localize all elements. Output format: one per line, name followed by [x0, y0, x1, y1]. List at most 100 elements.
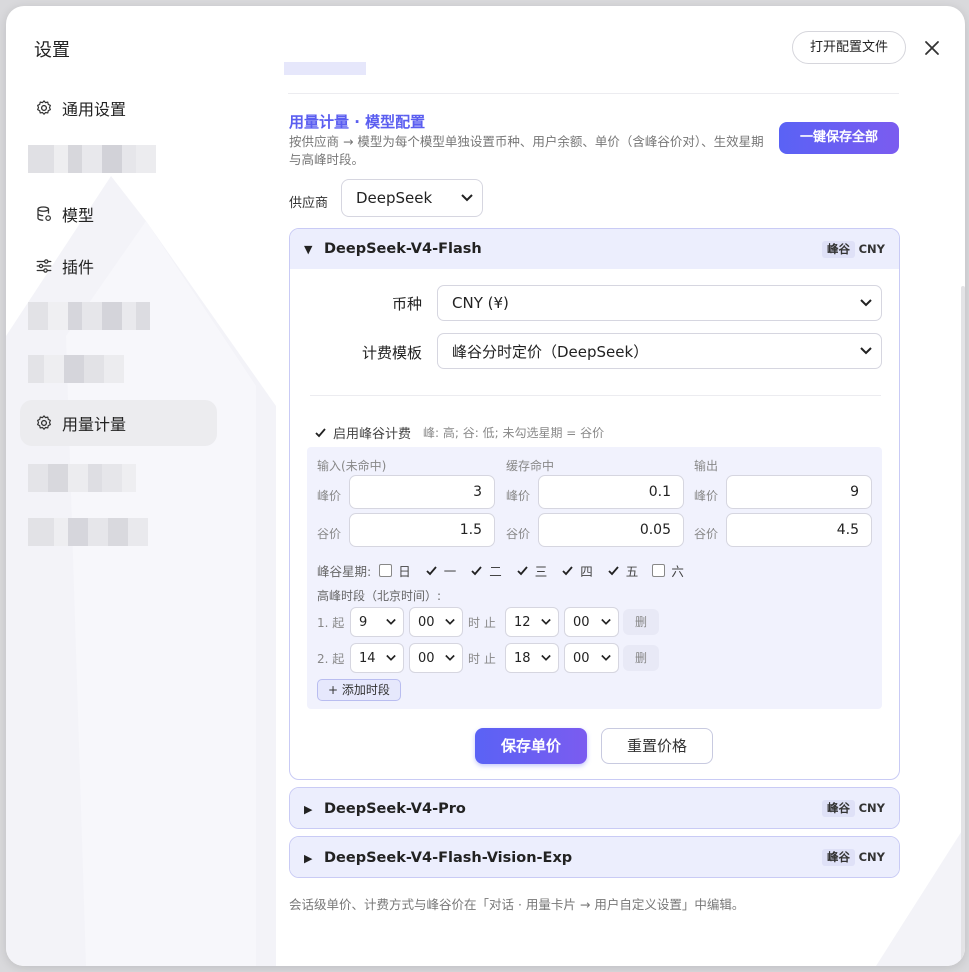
- valley-input-price[interactable]: 1.5: [349, 513, 495, 547]
- check-icon: [562, 566, 573, 576]
- segment-index: 2. 起: [317, 652, 345, 666]
- sidebar-item-general[interactable]: 通用设置: [20, 85, 217, 131]
- sidebar-item-models[interactable]: 模型: [20, 191, 217, 237]
- scrollbar[interactable]: [961, 286, 965, 966]
- segment-start-minute-select[interactable]: 00: [409, 607, 463, 637]
- column-header-output: 输出: [694, 459, 719, 473]
- billing-template-select[interactable]: 峰谷分时定价（DeepSeek）: [437, 333, 882, 369]
- select-value: 00: [573, 614, 590, 630]
- settings-dialog: 设置 打开配置文件 通用设置 模型 插件 用量计量 用量计量 · 模型配置 按供…: [6, 6, 965, 966]
- sidebar-item-plugins[interactable]: 插件: [20, 243, 217, 289]
- blurred-sidebar-item[interactable]: [28, 355, 124, 383]
- segment-start-minute-select[interactable]: 00: [409, 643, 463, 673]
- weekday-sun[interactable]: 日: [379, 561, 411, 580]
- gear-icon: [34, 98, 54, 118]
- weekday-fri[interactable]: 五: [607, 561, 638, 580]
- chevron-down-icon: [860, 299, 872, 307]
- currency-label: 币种: [391, 295, 422, 313]
- save-all-button[interactable]: 一键保存全部: [779, 122, 899, 154]
- select-value: 14: [359, 650, 376, 666]
- sidebar-item-label: 模型: [62, 206, 95, 225]
- model-card-collapsed[interactable]: ▶ DeepSeek-V4-Flash-Vision-Exp 峰谷 CNY: [289, 836, 900, 878]
- reset-price-button[interactable]: 重置价格: [601, 728, 713, 764]
- add-segment-button[interactable]: + 添加时段: [317, 679, 401, 701]
- vendor-select[interactable]: DeepSeek: [341, 179, 483, 217]
- model-card-header[interactable]: ▶ DeepSeek-V4-Flash-Vision-Exp 峰谷 CNY: [290, 837, 899, 877]
- sliders-icon: [34, 256, 54, 276]
- weekday-thu[interactable]: 四: [561, 561, 593, 580]
- segment-mid-label: 时 止: [468, 652, 496, 666]
- segment-start-hour-select[interactable]: 9: [350, 607, 404, 637]
- segment-start-hour-select[interactable]: 14: [350, 643, 404, 673]
- weekday-mon[interactable]: 一: [425, 561, 456, 580]
- peak-valley-badge: 峰谷: [822, 241, 855, 258]
- segment-end-hour-select[interactable]: 12: [505, 607, 559, 637]
- model-card-header[interactable]: ▶ DeepSeek-V4-Pro 峰谷 CNY: [290, 788, 899, 828]
- model-card-header[interactable]: ▼ DeepSeek-V4-Flash 峰谷 CNY: [290, 229, 899, 269]
- divider: [288, 93, 899, 94]
- select-value: 00: [573, 650, 590, 666]
- model-card-collapsed[interactable]: ▶ DeepSeek-V4-Pro 峰谷 CNY: [289, 787, 900, 829]
- column-header-cache: 缓存命中: [506, 459, 555, 473]
- model-name: DeepSeek-V4-Flash-Vision-Exp: [324, 850, 573, 866]
- collapsed-triangle-icon: ▶: [304, 802, 313, 816]
- blurred-sidebar-item[interactable]: [28, 518, 148, 546]
- delete-segment-button[interactable]: 删: [623, 645, 659, 671]
- sidebar-item-label: 用量计量: [62, 415, 127, 434]
- weekday-sat[interactable]: 六: [652, 561, 684, 580]
- segment-mid-label: 时 止: [468, 616, 496, 630]
- section-title: 用量计量 · 模型配置: [289, 113, 426, 131]
- weekday-row: 峰谷星期: 日 一 二 三 四 五 六: [317, 561, 698, 580]
- peak-enable-checkbox[interactable]: [314, 426, 327, 439]
- peak-cache-price[interactable]: 0.1: [538, 475, 684, 509]
- save-price-button[interactable]: 保存单价: [475, 728, 587, 764]
- blurred-sidebar-item[interactable]: [28, 145, 156, 173]
- chevron-down-icon: [386, 618, 396, 625]
- checkbox[interactable]: [652, 564, 666, 577]
- footnote: 会话级单价、计费方式与峰谷价在「对话 · 用量卡片 → 用户自定义设置」中编辑。: [289, 897, 745, 912]
- weekday-wed[interactable]: 三: [516, 561, 547, 580]
- chevron-down-icon: [860, 347, 872, 355]
- close-button[interactable]: [920, 36, 944, 60]
- segment-end-hour-select[interactable]: 18: [505, 643, 559, 673]
- checkbox[interactable]: [561, 564, 574, 577]
- chevron-down-icon: [601, 618, 611, 625]
- valley-output-price[interactable]: 4.5: [726, 513, 872, 547]
- blurred-sidebar-item[interactable]: [28, 464, 136, 492]
- delete-segment-button[interactable]: 删: [623, 609, 659, 635]
- currency-badge: CNY: [858, 801, 885, 815]
- sidebar-item-label: 通用设置: [62, 100, 127, 119]
- section-description: 按供应商 → 模型为每个模型单独设置币种、用户余额、单价（含峰谷价对）、生效星期…: [289, 134, 764, 167]
- checkbox[interactable]: [425, 564, 438, 577]
- blurred-sidebar-item[interactable]: [28, 302, 150, 330]
- model-name: DeepSeek-V4-Flash: [324, 241, 482, 257]
- segment-end-minute-select[interactable]: 00: [564, 607, 619, 637]
- database-icon: [34, 204, 54, 224]
- sidebar-item-usage-metering[interactable]: 用量计量: [20, 400, 217, 446]
- checkbox[interactable]: [516, 564, 529, 577]
- collapsed-triangle-icon: ▶: [304, 851, 313, 865]
- currency-select-value: CNY (¥): [452, 294, 509, 312]
- peak-output-price[interactable]: 9: [726, 475, 872, 509]
- peak-enable-row: 启用峰谷计费 峰: 高; 谷: 低; 未勾选星期 = 谷价: [314, 423, 604, 442]
- open-config-file-button[interactable]: 打开配置文件: [792, 31, 906, 64]
- segment-index: 1. 起: [317, 616, 345, 630]
- currency-badge: CNY: [858, 850, 885, 864]
- peak-hint: 峰: 高; 谷: 低; 未勾选星期 = 谷价: [423, 426, 605, 440]
- template-label: 计费模板: [361, 344, 422, 362]
- check-icon: [608, 566, 619, 576]
- peak-input-price[interactable]: 3: [349, 475, 495, 509]
- checkbox[interactable]: [379, 564, 393, 577]
- select-value: 9: [359, 614, 368, 630]
- checkbox[interactable]: [470, 564, 483, 577]
- valley-cache-price[interactable]: 0.05: [538, 513, 684, 547]
- select-value: 12: [514, 614, 531, 630]
- currency-select[interactable]: CNY (¥): [437, 285, 882, 321]
- model-card-expanded: ▼ DeepSeek-V4-Flash 峰谷 CNY 币种 CNY (¥) 计费…: [289, 228, 900, 780]
- blurred-text: [284, 62, 366, 75]
- check-icon: [315, 428, 326, 438]
- segment-end-minute-select[interactable]: 00: [564, 643, 619, 673]
- dialog-title: 设置: [34, 40, 70, 61]
- weekday-tue[interactable]: 二: [470, 561, 502, 580]
- checkbox[interactable]: [607, 564, 620, 577]
